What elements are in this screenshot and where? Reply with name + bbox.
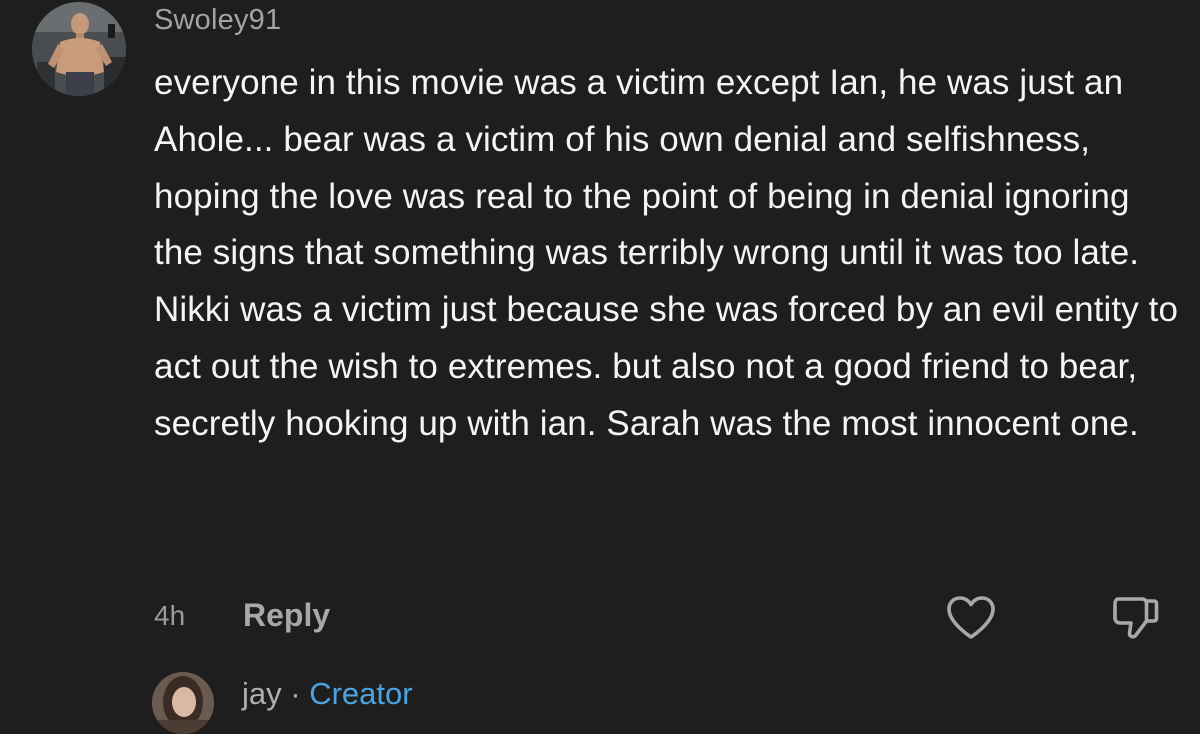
reply-item: jay · Creator [0, 664, 1200, 734]
reply-avatar-photo [152, 672, 214, 734]
reply-separator: · [290, 676, 301, 711]
comment-username[interactable]: Swoley91 [154, 0, 281, 40]
comment-timestamp: 4h [154, 600, 186, 631]
reply-username[interactable]: jay [242, 676, 282, 711]
user-avatar[interactable] [32, 2, 126, 96]
comment: Swoley91 everyone in this movie was a vi… [0, 0, 1200, 660]
heart-outline-icon[interactable] [945, 595, 997, 641]
creator-badge: Creator [309, 676, 413, 711]
comment-text: everyone in this movie was a victim exce… [154, 63, 1179, 443]
reply-button[interactable]: Reply [243, 594, 330, 636]
comment-actions: 4h Reply [0, 588, 1200, 644]
reply-avatar[interactable] [152, 672, 214, 734]
thumbs-down-icon[interactable] [1110, 593, 1160, 641]
avatar-photo [32, 2, 126, 96]
reply-author-line: jay · Creator [242, 674, 413, 714]
